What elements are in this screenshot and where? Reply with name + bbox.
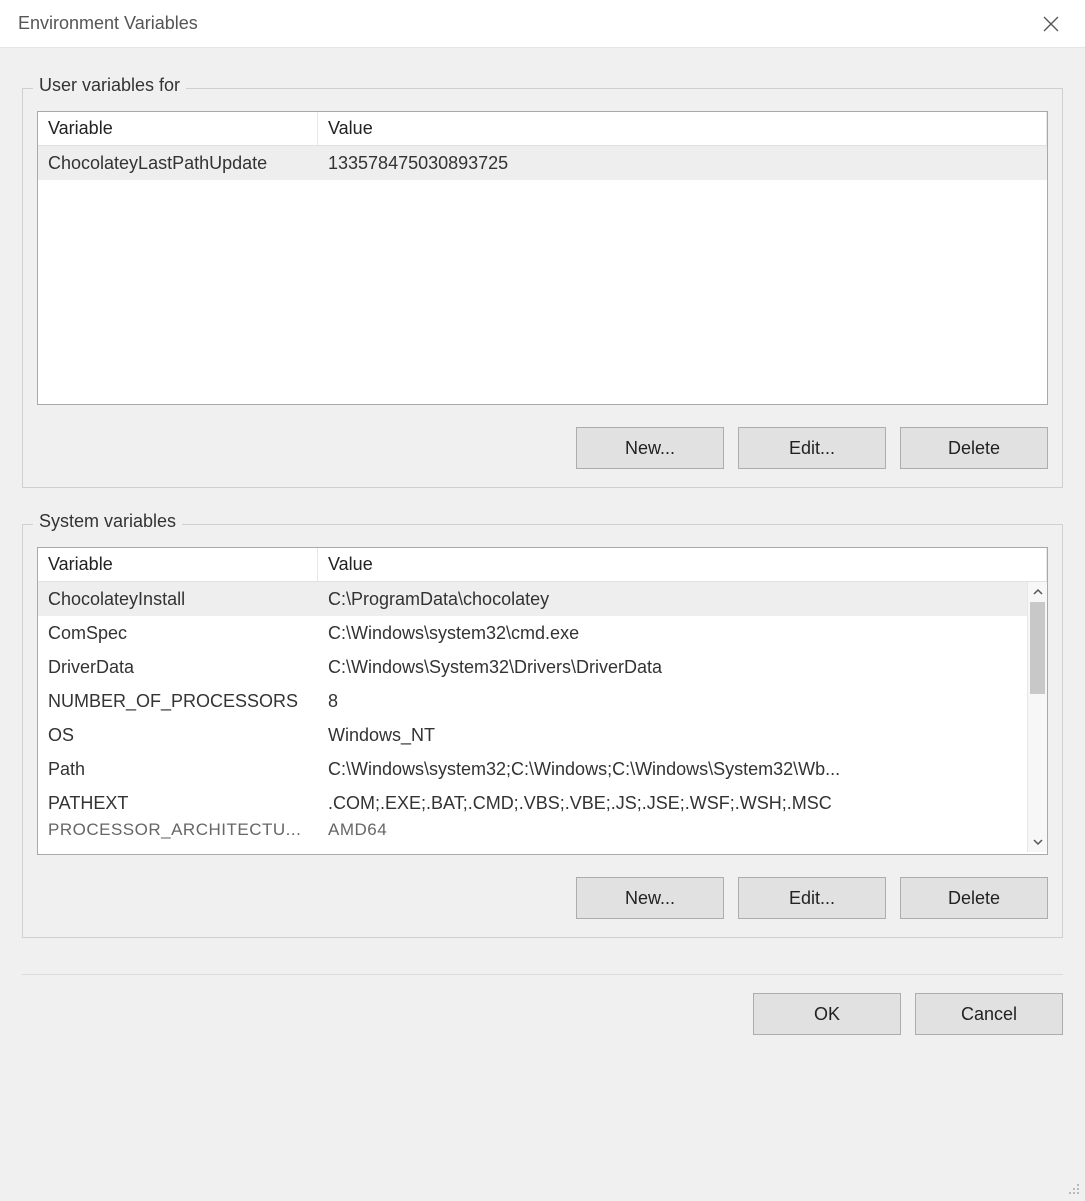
cell-variable: NUMBER_OF_PROCESSORS bbox=[38, 687, 318, 716]
close-button[interactable] bbox=[1035, 8, 1067, 40]
window-title: Environment Variables bbox=[18, 13, 198, 34]
cell-value: .COM;.EXE;.BAT;.CMD;.VBS;.VBE;.JS;.JSE;.… bbox=[318, 789, 1027, 818]
header-variable[interactable]: Variable bbox=[38, 548, 318, 581]
system-edit-button[interactable]: Edit... bbox=[738, 877, 886, 919]
list-row[interactable]: ChocolateyInstall C:\ProgramData\chocola… bbox=[38, 582, 1027, 616]
cell-value: C:\Windows\system32;C:\Windows;C:\Window… bbox=[318, 755, 1027, 784]
user-delete-button[interactable]: Delete bbox=[900, 427, 1048, 469]
list-row[interactable]: NUMBER_OF_PROCESSORS 8 bbox=[38, 684, 1027, 718]
resize-grip-icon bbox=[1063, 1178, 1081, 1196]
cell-value: 133578475030893725 bbox=[318, 149, 1047, 178]
chevron-up-icon bbox=[1033, 587, 1043, 597]
list-row[interactable]: PATHEXT .COM;.EXE;.BAT;.CMD;.VBS;.VBE;.J… bbox=[38, 786, 1027, 820]
list-row-partial[interactable]: PROCESSOR_ARCHITECTU... AMD64 bbox=[38, 820, 1027, 842]
close-icon bbox=[1042, 15, 1060, 33]
system-new-button[interactable]: New... bbox=[576, 877, 724, 919]
cell-variable: PATHEXT bbox=[38, 789, 318, 818]
scroll-down-button[interactable] bbox=[1028, 832, 1047, 852]
list-header: Variable Value bbox=[38, 112, 1047, 146]
cell-variable: PROCESSOR_ARCHITECTU... bbox=[38, 820, 318, 840]
list-header: Variable Value bbox=[38, 548, 1047, 582]
list-row[interactable]: OS Windows_NT bbox=[38, 718, 1027, 752]
scrollbar-thumb[interactable] bbox=[1030, 602, 1045, 694]
system-variables-buttons: New... Edit... Delete bbox=[37, 877, 1048, 919]
titlebar: Environment Variables bbox=[0, 0, 1085, 48]
system-variables-list[interactable]: Variable Value ChocolateyInstall C:\Prog… bbox=[37, 547, 1048, 855]
scrollbar[interactable] bbox=[1027, 582, 1047, 852]
scroll-up-button[interactable] bbox=[1028, 582, 1047, 602]
user-variables-group: User variables for Variable Value Chocol… bbox=[22, 88, 1063, 488]
cell-variable: Path bbox=[38, 755, 318, 784]
header-value[interactable]: Value bbox=[318, 548, 1047, 581]
user-variables-buttons: New... Edit... Delete bbox=[37, 427, 1048, 469]
cell-value: C:\Windows\system32\cmd.exe bbox=[318, 619, 1027, 648]
cell-variable: ChocolateyInstall bbox=[38, 585, 318, 614]
ok-button[interactable]: OK bbox=[753, 993, 901, 1035]
header-value[interactable]: Value bbox=[318, 112, 1047, 145]
cell-variable: ComSpec bbox=[38, 619, 318, 648]
separator bbox=[22, 974, 1063, 975]
user-edit-button[interactable]: Edit... bbox=[738, 427, 886, 469]
cancel-button[interactable]: Cancel bbox=[915, 993, 1063, 1035]
resize-grip[interactable] bbox=[1063, 1178, 1081, 1196]
cell-variable: DriverData bbox=[38, 653, 318, 682]
list-row[interactable]: ComSpec C:\Windows\system32\cmd.exe bbox=[38, 616, 1027, 650]
chevron-down-icon bbox=[1033, 837, 1043, 847]
cell-value: C:\Windows\System32\Drivers\DriverData bbox=[318, 653, 1027, 682]
user-new-button[interactable]: New... bbox=[576, 427, 724, 469]
cell-value: C:\ProgramData\chocolatey bbox=[318, 585, 1027, 614]
user-variables-list[interactable]: Variable Value ChocolateyLastPathUpdate … bbox=[37, 111, 1048, 405]
header-variable[interactable]: Variable bbox=[38, 112, 318, 145]
dialog-buttons: OK Cancel bbox=[0, 993, 1085, 1035]
list-row[interactable]: ChocolateyLastPathUpdate 133578475030893… bbox=[38, 146, 1047, 180]
cell-value: AMD64 bbox=[318, 820, 1027, 840]
list-row[interactable]: Path C:\Windows\system32;C:\Windows;C:\W… bbox=[38, 752, 1027, 786]
cell-value: 8 bbox=[318, 687, 1027, 716]
cell-variable: ChocolateyLastPathUpdate bbox=[38, 149, 318, 178]
list-row[interactable]: DriverData C:\Windows\System32\Drivers\D… bbox=[38, 650, 1027, 684]
system-variables-group: System variables Variable Value Chocolat… bbox=[22, 524, 1063, 938]
system-delete-button[interactable]: Delete bbox=[900, 877, 1048, 919]
cell-value: Windows_NT bbox=[318, 721, 1027, 750]
user-variables-legend: User variables for bbox=[33, 75, 186, 96]
system-variables-legend: System variables bbox=[33, 511, 182, 532]
scrollbar-track[interactable] bbox=[1028, 602, 1047, 832]
cell-variable: OS bbox=[38, 721, 318, 750]
